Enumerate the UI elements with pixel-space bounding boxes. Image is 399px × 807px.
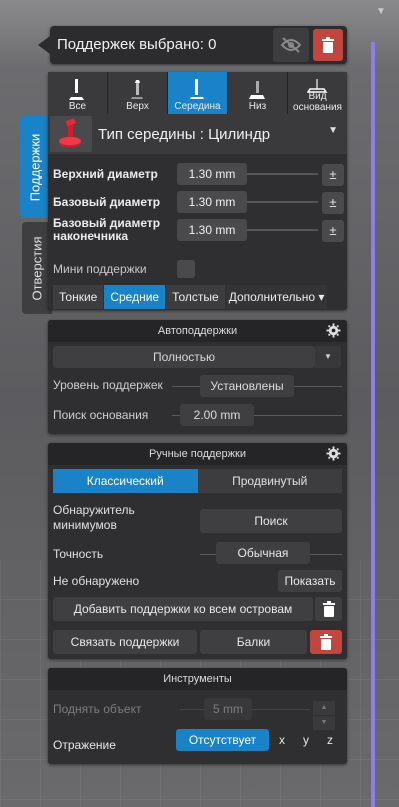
eye-slash-icon bbox=[280, 37, 302, 53]
support-type-top[interactable]: Верх bbox=[108, 72, 168, 114]
precision-label: Точность bbox=[53, 547, 104, 561]
plus-minus-button[interactable]: ± bbox=[322, 192, 344, 214]
stepper-down-icon: ▼ bbox=[313, 716, 335, 730]
base-search-label: Поиск основания bbox=[53, 408, 149, 422]
delete-beams-button[interactable] bbox=[310, 630, 342, 654]
plus-minus-button[interactable]: ± bbox=[322, 220, 344, 242]
support-bottom-icon bbox=[248, 81, 265, 99]
support-all-icon bbox=[68, 79, 84, 100]
delete-supports-button[interactable] bbox=[313, 29, 343, 61]
support-type-label: Низ bbox=[248, 101, 267, 112]
tab-supports[interactable]: Поддержки bbox=[20, 116, 50, 218]
density-tabs: Тонкие Средние Толстые Дополнительно ▾ bbox=[53, 285, 328, 309]
top-diameter-input[interactable]: 1.30 mm bbox=[177, 163, 247, 185]
support-level-label: Уровень поддержек bbox=[53, 378, 163, 392]
support-type-middle[interactable]: Середина bbox=[168, 72, 228, 114]
mode-classic[interactable]: Классический bbox=[53, 469, 198, 493]
support-type-selector: Все Верх Середина Низ Вид основания bbox=[48, 72, 347, 114]
density-medium[interactable]: Средние bbox=[104, 285, 166, 309]
precision-value[interactable]: Обычная bbox=[216, 542, 310, 564]
manual-mode-switch: Классический Продвинутый bbox=[53, 469, 342, 493]
mirror-x-button[interactable]: x bbox=[272, 733, 292, 747]
autosupport-mode-select[interactable]: Полностью bbox=[53, 346, 315, 368]
lift-object-label: Поднять объект bbox=[53, 702, 142, 716]
support-type-label: Середина bbox=[174, 101, 221, 112]
gear-icon[interactable] bbox=[326, 323, 341, 338]
middle-type-title: Тип середины : Цилиндр bbox=[98, 126, 271, 143]
stepper-up-icon: ▲ bbox=[313, 701, 335, 715]
chevron-down-icon[interactable]: ▼ bbox=[315, 346, 341, 368]
tip-base-diameter-label: Базовый диаметр наконечника bbox=[53, 216, 161, 243]
link-supports-button[interactable]: Связать поддержки bbox=[53, 630, 197, 654]
param-row-top-diameter: Верхний диаметр 1.30 mm ± bbox=[48, 161, 347, 187]
param-row-tip-base-diameter: Базовый диаметр наконечника 1.30 mm ± bbox=[48, 217, 347, 243]
density-thin[interactable]: Тонкие bbox=[53, 285, 104, 309]
gear-icon[interactable] bbox=[326, 446, 341, 461]
chevron-down-icon: ▼ bbox=[328, 125, 338, 136]
base-diameter-input[interactable]: 1.30 mm bbox=[177, 191, 247, 213]
supports-panel: Все Верх Середина Низ Вид основания Тип … bbox=[48, 72, 347, 310]
selection-header: Поддержек выбрано: 0 bbox=[38, 26, 347, 64]
add-supports-islands-button[interactable]: Добавить поддержки ко всем островам bbox=[53, 597, 313, 621]
trash-icon bbox=[322, 37, 334, 53]
support-type-all[interactable]: Все bbox=[48, 72, 108, 114]
manual-supports-title: Ручные поддержки bbox=[48, 443, 347, 465]
lift-object-input: 5 mm bbox=[204, 698, 252, 720]
tab-holes-label: Отверстия bbox=[29, 235, 45, 301]
mirror-z-button[interactable]: z bbox=[320, 733, 340, 747]
middle-type-dropdown[interactable]: Тип середины : Цилиндр ▼ bbox=[48, 114, 347, 154]
mirror-label: Отражение bbox=[53, 738, 116, 752]
tip-base-diameter-input[interactable]: 1.30 mm bbox=[177, 219, 247, 241]
show-button[interactable]: Показать bbox=[278, 570, 342, 592]
autosupports-title: Автоподдержки bbox=[48, 320, 347, 342]
tools-title: Инструменты bbox=[48, 668, 347, 690]
hide-supports-button[interactable] bbox=[273, 28, 309, 62]
not-found-label: Не обнаружено bbox=[53, 574, 140, 588]
selected-supports-count: Поддержек выбрано: 0 bbox=[57, 36, 217, 53]
top-diameter-label: Верхний диаметр bbox=[53, 167, 158, 181]
mini-supports-checkbox[interactable] bbox=[177, 260, 195, 278]
support-type-label: Верх bbox=[126, 101, 149, 112]
pin-icon bbox=[50, 116, 92, 152]
support-type-base-view[interactable]: Вид основания bbox=[288, 72, 347, 114]
mirror-none-button[interactable]: Отсутствует bbox=[176, 729, 269, 751]
support-middle-icon bbox=[189, 79, 204, 99]
manual-supports-panel: Ручные поддержки Классический Продвинуты… bbox=[48, 443, 347, 659]
lift-stepper: ▲ ▼ bbox=[313, 701, 335, 731]
tools-panel: Инструменты Поднять объект 5 mm ▲ ▼ Отра… bbox=[48, 668, 347, 764]
trash-icon bbox=[320, 634, 332, 650]
autosupports-panel: Автоподдержки Полностью ▼ Уровень поддер… bbox=[48, 320, 347, 434]
mirror-y-button[interactable]: y bbox=[296, 733, 316, 747]
plus-minus-button[interactable]: ± bbox=[322, 164, 344, 186]
support-top-icon bbox=[130, 80, 143, 99]
mode-advanced[interactable]: Продвинутый bbox=[197, 469, 342, 493]
mini-supports-label: Мини поддержки bbox=[53, 262, 147, 276]
timeline-bar[interactable] bbox=[371, 42, 375, 807]
support-type-label: Все bbox=[68, 101, 87, 112]
tab-supports-label: Поддержки bbox=[27, 133, 43, 201]
base-diameter-label: Базовый диаметр bbox=[53, 195, 161, 209]
base-search-input[interactable]: 2.00 mm bbox=[180, 404, 254, 426]
find-minimums-button[interactable]: Поиск bbox=[200, 509, 342, 533]
density-extra[interactable]: Дополнительно ▾ bbox=[225, 285, 328, 309]
chevron-down-icon[interactable]: ▼ bbox=[376, 6, 386, 17]
trash-icon bbox=[322, 601, 335, 617]
support-type-bottom[interactable]: Низ bbox=[228, 72, 288, 114]
clear-islands-button[interactable] bbox=[315, 597, 342, 621]
minimum-detector-label: Обнаружитель минимумов bbox=[53, 503, 135, 532]
beams-button[interactable]: Балки bbox=[200, 630, 307, 654]
density-thick[interactable]: Толстые bbox=[166, 285, 225, 309]
support-type-label: Вид основания bbox=[293, 91, 342, 113]
param-row-base-diameter: Базовый диаметр 1.30 mm ± bbox=[48, 189, 347, 215]
support-level-value[interactable]: Установлены bbox=[200, 375, 294, 397]
